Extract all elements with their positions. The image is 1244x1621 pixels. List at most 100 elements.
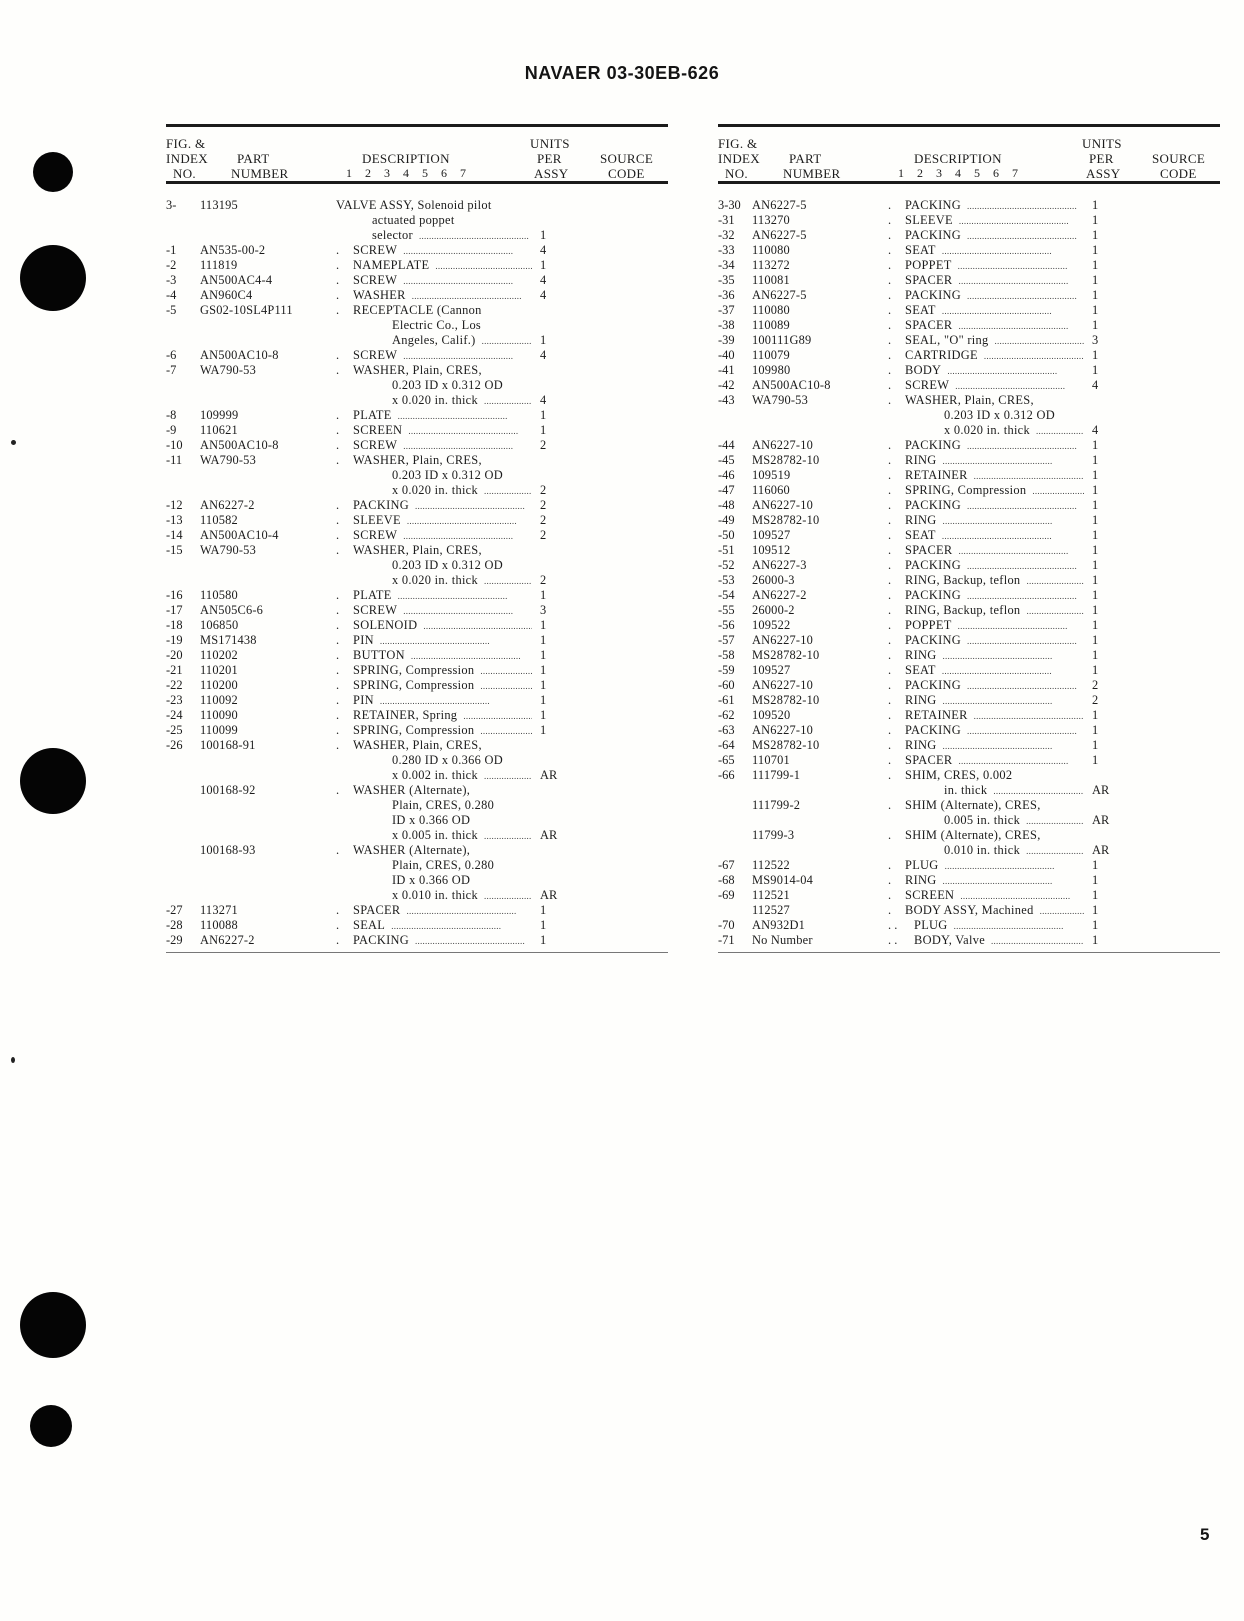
description-text: BODY ASSY, Machined — [905, 903, 1034, 917]
units-per-assy: 1 — [1092, 258, 1099, 272]
description-text: 0.280 ID x 0.366 OD — [392, 753, 504, 767]
units-per-assy: 1 — [1092, 858, 1099, 872]
units-per-assy: 2 — [1092, 693, 1099, 707]
leader-dots — [411, 650, 532, 663]
leader-dots — [415, 500, 532, 513]
description-line: . BODY ASSY, Machined — [888, 903, 1084, 918]
indent-dots: . — [888, 573, 892, 587]
description: . PACKING — [888, 633, 1084, 648]
description-line: . RETAINER — [888, 708, 1084, 723]
part-number: 110080 — [752, 303, 790, 317]
table-bottom-rule — [166, 952, 668, 953]
indent-dots — [336, 213, 372, 228]
index-number: -70 — [718, 918, 735, 932]
description: . SPACER — [888, 753, 1084, 768]
leader-dots — [1032, 485, 1084, 498]
description-text: RING — [905, 453, 937, 467]
description-line: . SEAT — [888, 243, 1084, 258]
description-text: PIN — [353, 693, 374, 707]
description-line: . SCREW — [336, 273, 532, 288]
indent-dots — [336, 813, 392, 828]
part-number: 110580 — [200, 588, 238, 602]
description: . SLEEVE — [336, 513, 532, 528]
part-number: 110089 — [752, 318, 790, 332]
parts-row: -39100111G89. SEAL, "O" ring3 — [718, 333, 1220, 348]
index-number: -36 — [718, 288, 735, 302]
description: . SPACER — [888, 273, 1084, 288]
parts-list: 3-30AN6227-5. PACKING1-31113270. SLEEVE1… — [718, 198, 1220, 948]
description-line: actuated poppet — [336, 213, 532, 228]
description: . SPACER — [888, 318, 1084, 333]
description-line: 0.280 ID x 0.366 OD — [336, 753, 532, 768]
description-line: . WASHER (Alternate), — [336, 843, 532, 858]
description-text: SCREW — [353, 273, 398, 287]
part-number: AN6227-2 — [752, 588, 807, 602]
index-number: -8 — [166, 408, 177, 422]
units-per-assy: 2 — [540, 573, 547, 587]
units-per-assy: 2 — [540, 438, 547, 452]
description-line: . BODY — [888, 363, 1084, 378]
description: . CARTRIDGE — [888, 348, 1084, 363]
indent-dots: . — [336, 603, 340, 617]
parts-row: -41109980. BODY1 — [718, 363, 1220, 378]
parts-row: -60AN6227-10. PACKING2 — [718, 678, 1220, 693]
description-line: 0.203 ID x 0.312 OD — [336, 558, 532, 573]
indent-dots: . — [336, 738, 340, 752]
index-number: -61 — [718, 693, 735, 707]
leader-dots — [991, 935, 1084, 948]
parts-row: -68MS9014-04. RING1 — [718, 873, 1220, 888]
description: . SPRING, Compression — [336, 723, 532, 738]
indent-dots — [336, 858, 392, 873]
description-line: . PACKING — [888, 288, 1084, 303]
indent-dots: . — [336, 843, 340, 857]
description-line: . RING — [888, 648, 1084, 663]
index-number: -38 — [718, 318, 735, 332]
parts-row: -5 GS02-10SL4P111. RECEPTACLE (Cannon Elec… — [166, 303, 668, 348]
leader-dots — [942, 245, 1084, 258]
description-text: ID x 0.366 OD — [392, 813, 471, 827]
description-text: SHIM, CRES, 0.002 — [905, 768, 1013, 782]
header-no: NO. — [173, 166, 196, 181]
description: . SCREW — [336, 603, 532, 618]
units-per-assy: 1 — [540, 228, 547, 242]
indent-dots: . — [336, 438, 340, 452]
leader-dots — [967, 560, 1084, 573]
leader-dots — [959, 320, 1085, 333]
index-number: -11 — [166, 453, 183, 467]
description: . POPPET — [888, 258, 1084, 273]
description-text: WASHER, Plain, CRES, — [353, 363, 482, 377]
indent-dots: . — [336, 693, 340, 707]
leader-dots — [480, 680, 532, 693]
part-number: AN6227-3 — [752, 558, 807, 572]
part-number: 100168-92 — [200, 783, 256, 797]
leader-dots — [943, 455, 1085, 468]
description-text: VALVE ASSY, Solenoid pilot — [336, 198, 492, 212]
description-text: SLEEVE — [905, 213, 953, 227]
description-text: RING — [905, 873, 937, 887]
units-per-assy: 4 — [540, 393, 547, 407]
description: . RING — [888, 693, 1084, 708]
description-text: PACKING — [905, 438, 962, 452]
leader-dots — [380, 695, 532, 708]
header-units: UNITS — [530, 136, 570, 151]
index-number: -10 — [166, 438, 183, 452]
description-line: . WASHER (Alternate), — [336, 783, 532, 798]
part-number: AN6227-5 — [752, 198, 807, 212]
description-line: . SPRING, Compression — [336, 663, 532, 678]
parts-row: -10AN500AC10-8. SCREW2 — [166, 438, 668, 453]
description-line: . PACKING — [888, 678, 1084, 693]
description: . SCREEN — [888, 888, 1084, 903]
description-line: . RECEPTACLE (Cannon — [336, 303, 532, 318]
index-number: -32 — [718, 228, 735, 242]
part-number: AN6227-2 — [200, 933, 255, 947]
description: . SEAT — [888, 663, 1084, 678]
description: . SPACER — [336, 903, 532, 918]
parts-row: -61MS28782-10. RING2 — [718, 693, 1220, 708]
units-per-assy: 4 — [540, 348, 547, 362]
leader-dots — [1040, 905, 1084, 918]
header-number: NUMBER — [231, 166, 289, 181]
header-part: PART — [237, 151, 270, 166]
description: . SEAT — [888, 243, 1084, 258]
description: . PIN — [336, 633, 532, 648]
description-text: SHIM (Alternate), CRES, — [905, 798, 1041, 812]
